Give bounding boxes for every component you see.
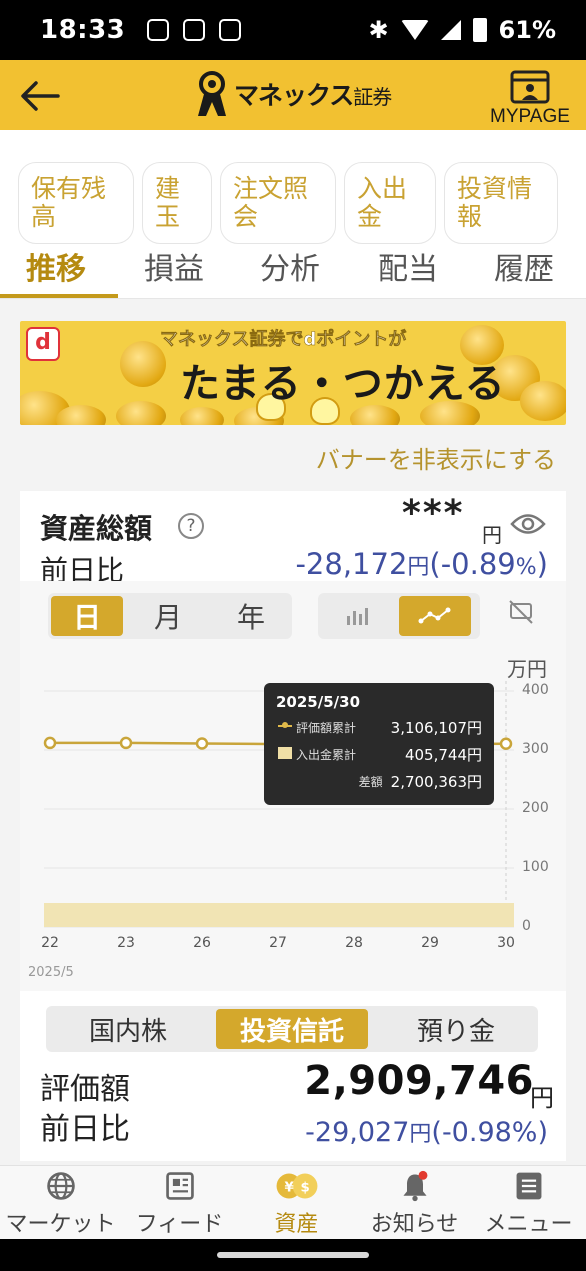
sub-tabs: 推移 損益 分析 配当 履歴 bbox=[0, 232, 586, 298]
bluetooth-icon: ✱ bbox=[368, 16, 389, 44]
chart-area: 日 月 年 万円 400 300 200 100 0 22 23 26 27 28 29 3… bbox=[20, 581, 566, 991]
x-tick-label: 28 bbox=[345, 935, 363, 951]
valuation-label: 評価額 bbox=[40, 1072, 130, 1107]
battery-icon bbox=[472, 18, 487, 42]
x-tick-label: 30 bbox=[497, 935, 515, 951]
settings-notification-icon bbox=[219, 19, 242, 41]
valuation-amount: 2,909,746 bbox=[304, 1058, 534, 1104]
logo-mark-icon bbox=[198, 71, 226, 116]
tab-analysis[interactable]: 分析 bbox=[260, 244, 320, 288]
tab-history[interactable]: 履歴 bbox=[494, 244, 554, 288]
tooltip-row: 評価額累計 3,106,107円 bbox=[276, 717, 482, 738]
wifi-icon bbox=[400, 20, 429, 40]
tab-investment-trusts[interactable]: 投資信託 bbox=[216, 1009, 368, 1049]
notification-icon bbox=[147, 19, 170, 41]
chart-tooltip: 2025/5/30 評価額累計 3,106,107円 入出金累計 405,744… bbox=[264, 683, 494, 805]
data-point bbox=[499, 737, 513, 750]
x-tick-label: 23 bbox=[117, 935, 135, 951]
nav-feed[interactable]: フィード bbox=[121, 1168, 238, 1238]
notification-icons bbox=[147, 19, 242, 41]
tab-trend[interactable]: 推移 bbox=[26, 244, 86, 288]
data-point bbox=[43, 736, 57, 750]
valuation-change-label: 前日比 bbox=[40, 1112, 130, 1147]
valuation-change-value: -29,027円(-0.98%) bbox=[305, 1117, 548, 1148]
x-tick-label: 22 bbox=[41, 935, 59, 951]
dpoint-banner[interactable]: d マネックス証券でdポイントが たまる・つかえる bbox=[20, 321, 566, 425]
masked-total: *** bbox=[402, 493, 465, 534]
tab-deposits[interactable]: 預り金 bbox=[378, 1009, 534, 1049]
monex-logo: マネックス証券 bbox=[194, 70, 392, 118]
signal-icon bbox=[440, 20, 461, 40]
asset-category-tabs: 国内株 投資信託 預り金 bbox=[46, 1006, 538, 1052]
menu-icon bbox=[516, 1172, 541, 1200]
tooltip-row: 差額 2,700,363円 bbox=[358, 773, 482, 791]
nav-assets[interactable]: ¥ $ 資産 bbox=[238, 1168, 355, 1238]
gesture-bar bbox=[0, 1239, 586, 1271]
arrow-left-icon bbox=[21, 81, 60, 111]
nav-market[interactable]: マーケット bbox=[2, 1168, 119, 1238]
svg-text:$: $ bbox=[300, 1180, 309, 1195]
tab-dividends[interactable]: 配当 bbox=[378, 244, 438, 288]
x-axis-year: 2025/5 bbox=[28, 965, 74, 980]
x-tick-label: 29 bbox=[421, 935, 439, 951]
banner-title: たまる・つかえる bbox=[180, 361, 506, 407]
eye-icon[interactable] bbox=[510, 511, 546, 537]
home-indicator[interactable] bbox=[217, 1252, 369, 1258]
system-indicators: ✱ 61% bbox=[368, 16, 556, 44]
day-change-value: -28,172円(-0.89%) bbox=[295, 547, 548, 581]
bottom-navigation: マーケット フィード ¥ $ 資産 お知らせ メニュー bbox=[0, 1165, 586, 1239]
nav-menu[interactable]: メニュー bbox=[470, 1168, 586, 1238]
tooltip-row: 入出金累計 405,744円 bbox=[276, 744, 482, 765]
feed-icon bbox=[165, 1172, 194, 1200]
valuation-unit: 円 bbox=[530, 1084, 554, 1112]
battery-level: 61% bbox=[498, 16, 556, 44]
data-point bbox=[195, 737, 209, 750]
nav-notifications[interactable]: お知らせ bbox=[356, 1168, 473, 1238]
tab-profit-loss[interactable]: 損益 bbox=[144, 244, 204, 288]
total-assets-title: 資産総額 bbox=[40, 512, 153, 545]
back-button[interactable] bbox=[18, 76, 62, 116]
mypage-label: MYPAGE bbox=[490, 106, 570, 127]
x-tick-label: 26 bbox=[193, 935, 211, 951]
status-bar: 18:33 ✱ 61% bbox=[0, 0, 586, 60]
svg-text:¥: ¥ bbox=[284, 1180, 294, 1195]
mypage-button[interactable]: MYPAGE bbox=[482, 64, 578, 128]
mypage-icon bbox=[510, 70, 550, 104]
hide-banner-link[interactable]: バナーを非表示にする bbox=[316, 440, 556, 475]
app-notification-icon bbox=[183, 19, 206, 41]
data-point bbox=[119, 736, 133, 750]
deposit-area bbox=[44, 903, 514, 927]
app-header: マネックス証券 MYPAGE bbox=[0, 60, 586, 130]
yen-dollar-icon: ¥ $ bbox=[276, 1173, 317, 1199]
tab-domestic-stocks[interactable]: 国内株 bbox=[50, 1009, 206, 1049]
help-icon[interactable]: ? bbox=[178, 513, 204, 539]
bell-icon bbox=[402, 1170, 427, 1202]
x-tick-label: 27 bbox=[269, 935, 287, 951]
dpoint-logo: d bbox=[26, 327, 60, 361]
tooltip-date: 2025/5/30 bbox=[276, 693, 361, 711]
masked-total-unit: 円 bbox=[482, 523, 502, 547]
banner-subtitle: マネックス証券でdポイントが bbox=[160, 329, 407, 351]
status-time: 18:33 bbox=[40, 15, 126, 45]
logo-text: マネックス証券 bbox=[234, 81, 392, 110]
globe-icon bbox=[46, 1172, 75, 1200]
